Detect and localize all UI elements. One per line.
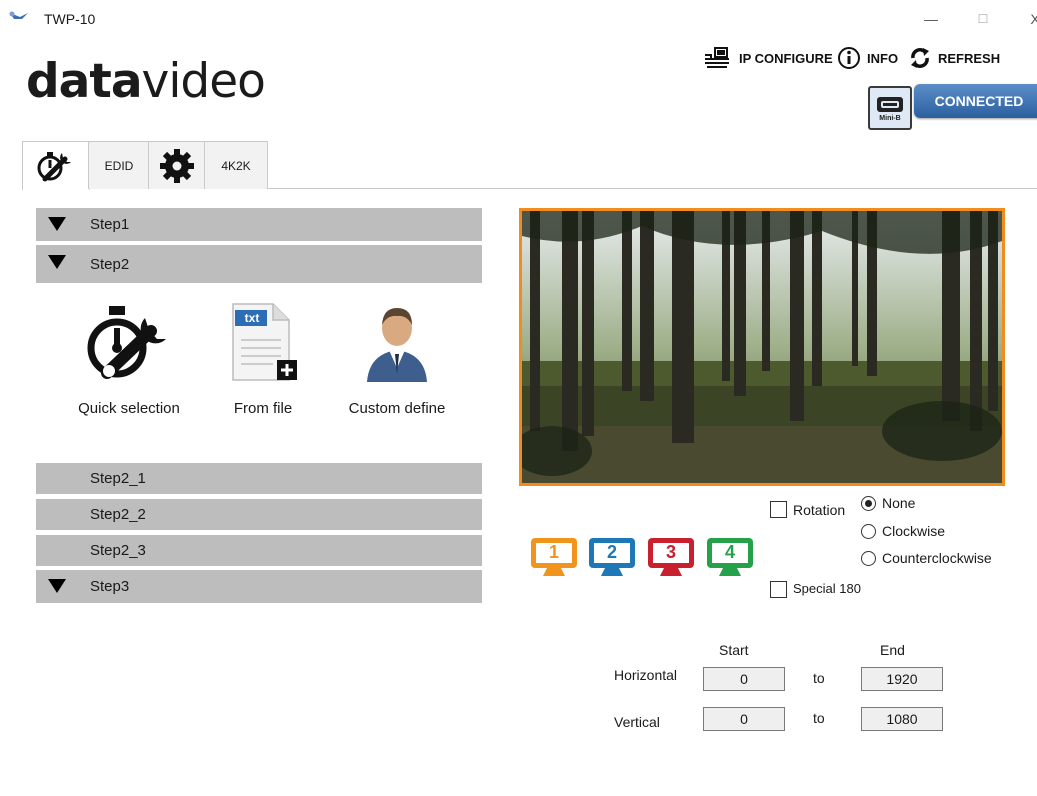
- tab-edid[interactable]: EDID: [88, 141, 150, 189]
- quick-selection-label: Quick selection: [78, 400, 180, 417]
- title-bar: TWP-10 — ☐ X: [0, 0, 1037, 34]
- rotation-checkbox[interactable]: [770, 501, 787, 518]
- minimize-button[interactable]: —: [916, 8, 946, 30]
- step2-3-header[interactable]: Step2_3: [36, 535, 482, 566]
- rotation-clockwise-label: Clockwise: [882, 523, 946, 539]
- user-icon: [367, 308, 427, 382]
- info-icon: [838, 47, 860, 69]
- window-title: TWP-10: [44, 11, 96, 27]
- close-button[interactable]: X: [1020, 8, 1037, 30]
- special-180-label: Special 180: [793, 581, 861, 596]
- monitor-3-number: 3: [665, 542, 676, 562]
- info-label: INFO: [867, 50, 899, 66]
- app-icon: [9, 11, 28, 19]
- expand-triangle-icon: [48, 255, 66, 269]
- step2-3-label: Step2_3: [90, 542, 146, 559]
- special-180-checkbox[interactable]: [770, 581, 787, 598]
- usb-port-label: Mini-B: [879, 115, 901, 122]
- monitor-4-number: 4: [724, 542, 735, 562]
- rotation-none-label: None: [882, 495, 916, 511]
- rotation-counterclockwise-label: Counterclockwise: [882, 550, 992, 566]
- usb-port-icon: Mini-B: [868, 86, 912, 130]
- rotation-clockwise-radio[interactable]: [861, 524, 876, 539]
- tab-quick-setup[interactable]: [22, 141, 90, 190]
- horizontal-start-input[interactable]: 0: [703, 667, 785, 691]
- datavideo-logo: datavideo: [26, 54, 266, 109]
- forest-preview-image: [522, 211, 1002, 483]
- logo-part-data: data: [26, 54, 143, 109]
- info-link[interactable]: INFO: [837, 46, 898, 70]
- horizontal-end-input[interactable]: 1920: [861, 667, 943, 691]
- gear-icon: [160, 148, 194, 183]
- vertical-label: Vertical: [614, 714, 660, 730]
- ip-configure-label: IP CONFIGURE: [739, 50, 833, 66]
- step3-label: Step3: [90, 578, 130, 595]
- vertical-start-input[interactable]: 0: [703, 707, 785, 731]
- expand-triangle-icon: [48, 217, 66, 231]
- tab-settings[interactable]: [148, 141, 206, 189]
- end-header: End: [880, 642, 905, 658]
- monitor-4-button[interactable]: 4: [705, 536, 755, 578]
- tab-edid-label: EDID: [104, 158, 134, 173]
- monitor-3-button[interactable]: 3: [646, 536, 696, 578]
- step2-1-header[interactable]: Step2_1: [36, 463, 482, 494]
- vertical-end-input[interactable]: 1080: [861, 707, 943, 731]
- monitor-1-button[interactable]: 1: [529, 536, 579, 578]
- refresh-label: REFRESH: [938, 50, 1001, 66]
- monitor-1-number: 1: [548, 542, 559, 562]
- custom-define-option[interactable]: Custom define: [337, 298, 457, 417]
- quick-selection-option[interactable]: Quick selection: [64, 298, 194, 417]
- step2-label: Step2: [90, 255, 130, 273]
- refresh-icon: [911, 48, 929, 68]
- rotation-none-radio[interactable]: [861, 496, 876, 511]
- maximize-button[interactable]: ☐: [968, 8, 998, 30]
- expand-triangle-icon: [48, 579, 66, 593]
- connected-label: CONNECTED: [934, 93, 1024, 109]
- ip-configure-link[interactable]: IP CONFIGURE: [703, 46, 833, 70]
- start-header: Start: [719, 642, 749, 658]
- step2-header[interactable]: Step2: [36, 245, 482, 283]
- stopwatch-wrench-icon: [37, 152, 71, 182]
- horizontal-to-label: to: [813, 670, 825, 686]
- monitor-2-number: 2: [606, 542, 617, 562]
- step1-header[interactable]: Step1: [36, 208, 482, 241]
- tab-4k2k-label: 4K2K: [221, 158, 251, 173]
- refresh-link[interactable]: REFRESH: [908, 46, 1000, 70]
- step2-2-header[interactable]: Step2_2: [36, 499, 482, 530]
- from-file-label: From file: [233, 400, 293, 417]
- rotation-label: Rotation: [793, 502, 846, 518]
- tab-4k2k[interactable]: 4K2K: [204, 141, 268, 189]
- horizontal-label: Horizontal: [614, 667, 678, 683]
- step2-1-label: Step2_1: [90, 470, 146, 487]
- custom-define-label: Custom define: [348, 400, 446, 417]
- rotation-counterclockwise-radio[interactable]: [861, 551, 876, 566]
- stopwatch-wrench-icon: [87, 306, 166, 379]
- connected-button[interactable]: CONNECTED: [914, 84, 1037, 118]
- logo-part-video: video: [141, 54, 266, 109]
- step2-2-label: Step2_2: [90, 506, 146, 523]
- txt-badge-label: txt: [244, 311, 260, 325]
- monitor-2-button[interactable]: 2: [587, 536, 637, 578]
- network-icon: [705, 47, 729, 68]
- step3-header[interactable]: Step3: [36, 570, 482, 603]
- video-preview: [519, 208, 1005, 486]
- from-file-option[interactable]: txt From file: [213, 298, 313, 417]
- step1-label: Step1: [90, 216, 130, 233]
- vertical-to-label: to: [813, 710, 825, 726]
